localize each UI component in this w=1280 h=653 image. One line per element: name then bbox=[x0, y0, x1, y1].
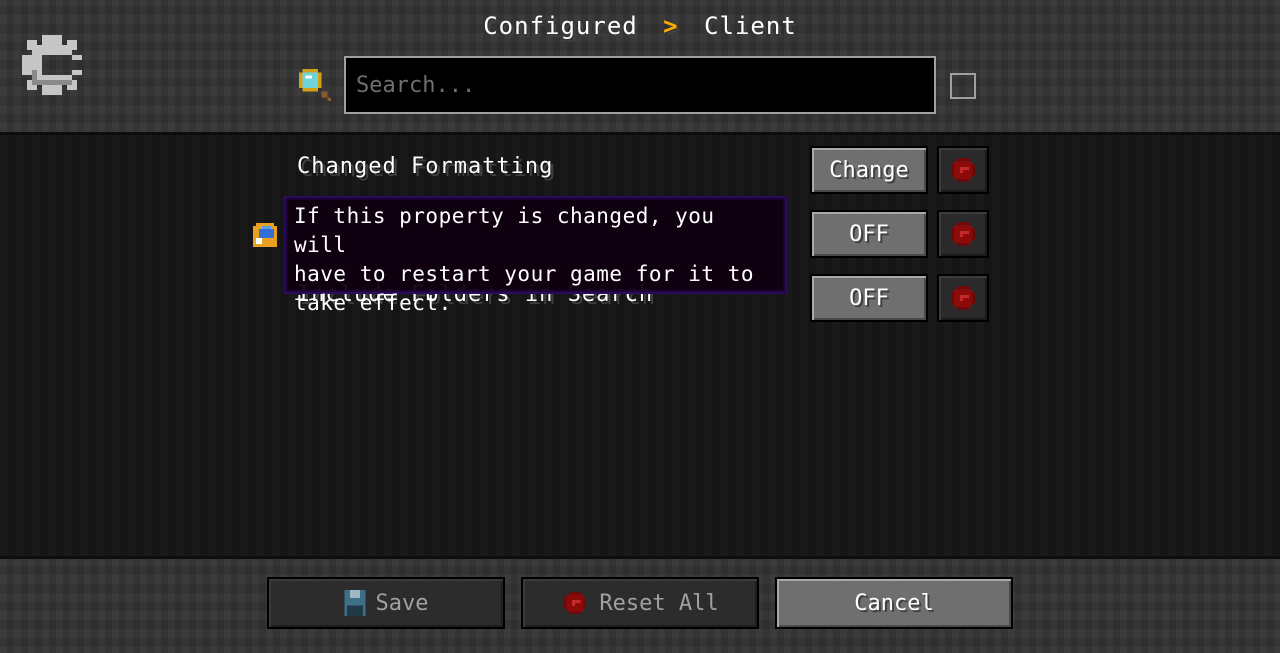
reset-all-button[interactable]: Reset All bbox=[521, 577, 759, 629]
magnifier-icon bbox=[299, 69, 331, 101]
reset-button[interactable] bbox=[937, 274, 989, 322]
toggle-button[interactable]: OFF bbox=[810, 210, 928, 258]
save-label: Save bbox=[375, 590, 429, 616]
search-field[interactable] bbox=[344, 56, 936, 114]
config-row: Changed Formatting Change bbox=[0, 142, 1280, 198]
filter-checkbox[interactable] bbox=[950, 73, 976, 99]
config-screen: Configured > Client Search... Changed Fo… bbox=[0, 0, 1280, 653]
reset-icon bbox=[561, 589, 589, 617]
cancel-button[interactable]: Cancel bbox=[775, 577, 1013, 629]
reset-icon bbox=[951, 158, 975, 182]
reset-button[interactable] bbox=[937, 210, 989, 258]
save-button[interactable]: Save bbox=[267, 577, 505, 629]
change-button[interactable]: Change bbox=[810, 146, 928, 194]
breadcrumb-separator: > bbox=[663, 12, 679, 40]
row-label: Changed Formatting bbox=[297, 154, 554, 179]
toggle-button[interactable]: OFF bbox=[810, 274, 928, 322]
tooltip-line: If this property is changed, you will bbox=[294, 204, 715, 257]
breadcrumb: Configured > Client bbox=[0, 12, 1280, 40]
search-input[interactable] bbox=[346, 58, 934, 112]
breadcrumb-root[interactable]: Configured bbox=[483, 12, 638, 40]
breadcrumb-current: Client bbox=[704, 12, 797, 40]
cancel-label: Cancel bbox=[854, 590, 934, 616]
tooltip: If this property is changed, you will ha… bbox=[284, 196, 787, 315]
tooltip-line: have to restart your game for it to bbox=[294, 262, 755, 286]
reset-icon bbox=[951, 222, 975, 246]
floppy-disk-icon bbox=[344, 590, 366, 616]
reset-button[interactable] bbox=[937, 146, 989, 194]
gear-icon bbox=[22, 35, 82, 95]
reset-icon bbox=[951, 286, 975, 310]
reset-all-label: Reset All bbox=[599, 590, 719, 616]
tooltip-line: take effect. bbox=[294, 291, 452, 315]
restart-required-icon bbox=[253, 223, 277, 247]
